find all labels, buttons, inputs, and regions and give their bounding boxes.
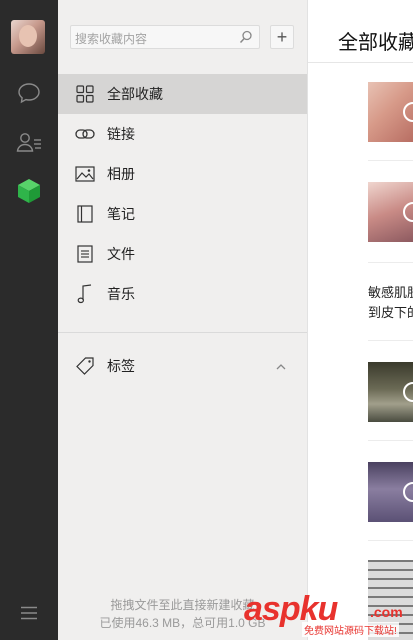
divider [368,340,413,341]
nav-label: 文件 [107,246,135,262]
watermark-tld: .com [370,604,403,620]
chat-icon[interactable] [14,78,44,108]
favorites-content: 全部收藏 敏感肌肤 到皮下的 [308,0,413,640]
watermark-subtitle: 免费网站源码下载站! [302,622,399,637]
divider [58,332,307,333]
tags-section[interactable]: 标签 [58,346,307,386]
play-icon [403,102,413,122]
play-icon [403,382,413,402]
nav-item-links[interactable]: 链接 [58,114,307,154]
divider [368,440,413,441]
nav-label: 音乐 [107,286,135,302]
nav-label: 全部收藏 [107,86,163,102]
nav-item-notes[interactable]: 笔记 [58,194,307,234]
tag-icon [75,356,95,376]
file-icon [75,244,95,264]
image-icon [75,164,95,184]
list-item-thumbnail[interactable] [368,362,413,422]
tags-label: 标签 [107,358,135,374]
play-icon [403,202,413,222]
list-item-thumbnail[interactable] [368,182,413,242]
grid-icon [75,84,95,104]
play-icon [403,482,413,502]
list-item-thumbnail[interactable] [368,82,413,142]
nav-label: 链接 [107,126,135,142]
list-item-text[interactable]: 敏感肌肤 [368,283,413,303]
avatar[interactable] [11,20,45,54]
favorites-nav: 全部收藏 链接 相册 笔记 文件 音乐 [58,74,307,314]
nav-item-music[interactable]: 音乐 [58,274,307,314]
search-input[interactable]: 搜索收藏内容 [70,25,260,49]
favorites-sidebar: 搜索收藏内容 + 全部收藏 链接 相册 笔记 文件 音乐 标签 拖拽文件至此直接… [58,0,308,640]
music-icon [75,284,95,304]
note-icon [75,204,95,224]
link-icon [75,124,95,144]
page-title: 全部收藏 [338,32,413,54]
nav-item-album[interactable]: 相册 [58,154,307,194]
list-item-text[interactable]: 到皮下的 [368,303,413,323]
chevron-up-icon[interactable] [275,360,287,372]
divider [368,540,413,541]
nav-item-all[interactable]: 全部收藏 [58,74,307,114]
menu-icon[interactable] [14,598,44,628]
divider [368,160,413,161]
nav-label: 相册 [107,166,135,182]
add-favorite-button[interactable]: + [270,25,294,49]
search-placeholder: 搜索收藏内容 [75,32,148,46]
nav-label: 笔记 [107,206,135,222]
search-icon[interactable] [239,30,253,44]
divider [368,262,413,263]
watermark-logo: aspku .com 免费网站源码下载站! [240,590,413,640]
list-item-thumbnail[interactable] [368,462,413,522]
divider [308,62,413,63]
nav-item-files[interactable]: 文件 [58,234,307,274]
left-rail [0,0,58,640]
favorites-cube-icon[interactable] [14,176,44,206]
contacts-icon[interactable] [14,127,44,157]
